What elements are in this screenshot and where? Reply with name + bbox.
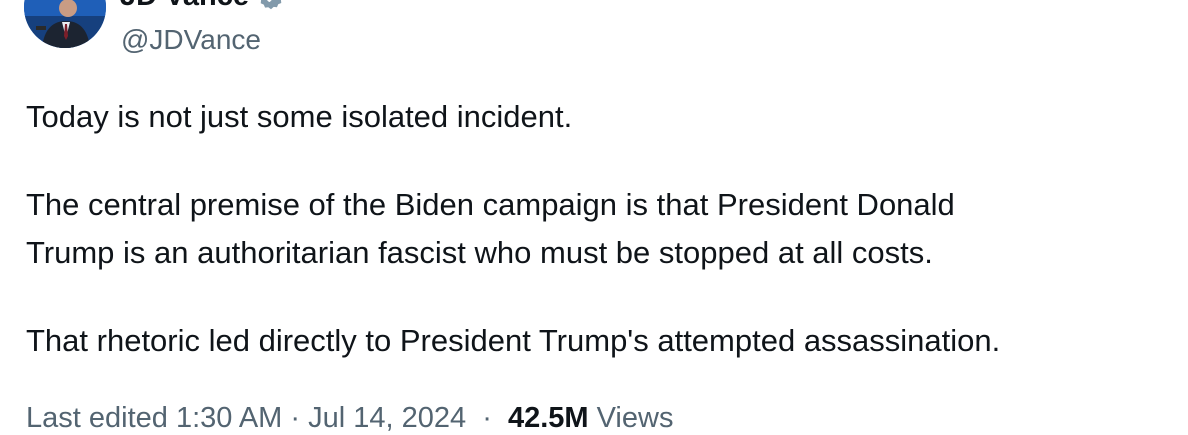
avatar-photo [24,0,106,48]
tweet-paragraph-2: The central premise of the Biden campaig… [26,187,955,270]
author-handle[interactable]: @JDVance [121,24,261,56]
verified-badge-icon [260,0,282,9]
tweet-body: Today is not just some isolated incident… [26,93,1166,405]
author-display-name[interactable]: JD Vance [120,0,249,13]
avatar[interactable] [24,0,106,48]
author-name-row[interactable]: JD Vance [120,0,285,13]
tweet-paragraph-3: That rhetoric led directly to President … [26,323,1001,358]
tweet-meta: Last edited 1:30 AM · Jul 14, 2024 · 42.… [26,402,673,435]
tweet-paragraph-1: Today is not just some isolated incident… [26,99,573,134]
edited-timestamp[interactable]: Last edited 1:30 AM · Jul 14, 2024 [26,402,466,434]
views-count[interactable]: 42.5M [508,402,589,434]
meta-separator: · [482,402,492,434]
more-options-icon[interactable] [1119,0,1153,10]
views-label: Views [596,402,674,434]
